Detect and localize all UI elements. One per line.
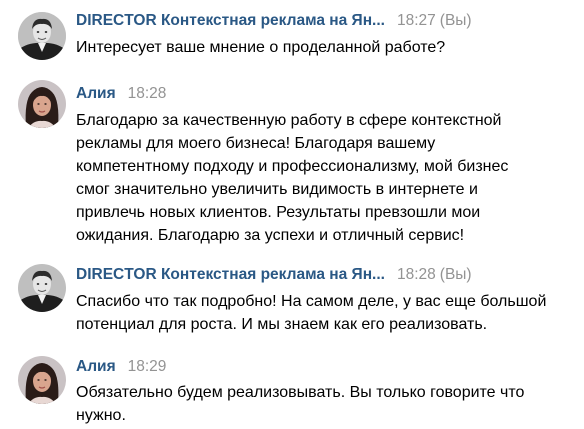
avatar-director[interactable] — [18, 12, 66, 60]
director-avatar-icon — [18, 12, 66, 60]
you-label: (Вы) — [439, 12, 472, 29]
avatar-aliya[interactable] — [18, 80, 66, 128]
message-time[interactable]: 18:28 — [128, 85, 167, 102]
you-label: (Вы) — [439, 266, 472, 283]
aliya-avatar-icon — [18, 356, 66, 404]
message-author[interactable]: DIRECTOR Контекстная реклама на Ян... — [76, 12, 385, 29]
message-time[interactable]: 18:28 — [397, 266, 436, 283]
message-author[interactable]: Алия — [76, 85, 116, 102]
director-avatar-icon — [18, 264, 66, 312]
message-time[interactable]: 18:29 — [128, 358, 167, 375]
avatar-director[interactable] — [18, 264, 66, 312]
message-time[interactable]: 18:27 — [397, 12, 436, 29]
aliya-avatar-icon — [18, 80, 66, 128]
message-text: Обязательно будем реализовывать. Вы толь… — [76, 384, 525, 424]
message-text: Спасибо что так подробно! На самом деле,… — [76, 293, 547, 333]
message-author[interactable]: Алия — [76, 358, 116, 375]
message-text: Интересует ваше мнение о проделанной раб… — [76, 39, 446, 56]
avatar-aliya[interactable] — [18, 356, 66, 404]
message-text: Благодарю за качественную работу в сфере… — [76, 112, 509, 244]
message-author[interactable]: DIRECTOR Контекстная реклама на Ян... — [76, 266, 385, 283]
